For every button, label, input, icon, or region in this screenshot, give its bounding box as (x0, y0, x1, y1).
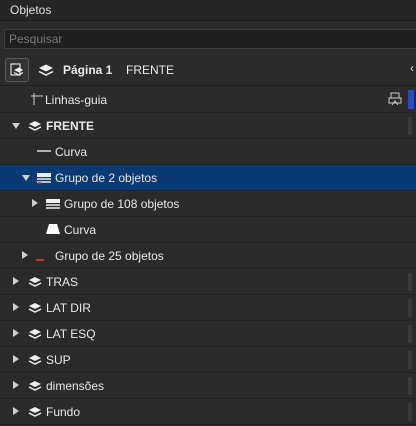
chevron-down-icon[interactable] (22, 175, 30, 181)
page-name[interactable]: FRENTE (126, 63, 174, 77)
tree-label: Grupo de 25 objetos (55, 249, 164, 263)
layer-color-bar[interactable] (408, 351, 412, 369)
chevron-right-icon[interactable] (13, 329, 19, 337)
tree-label: Linhas-guia (45, 93, 108, 107)
shape-icon (46, 224, 60, 234)
chevron-right-icon[interactable] (32, 199, 38, 207)
tree-label: Curva (64, 223, 97, 237)
tree-label: TRAS (46, 275, 79, 289)
tree-row-lat-esq[interactable]: LAT ESQ (0, 321, 416, 347)
tree-row-group-108[interactable]: Grupo de 108 objetos (0, 191, 416, 217)
tree-label: SUP (46, 353, 71, 367)
layer-color-bar[interactable] (408, 117, 412, 135)
printer-icon[interactable] (388, 92, 402, 106)
tree-label: Grupo de 2 objetos (55, 171, 158, 185)
page-layers-icon (10, 63, 24, 76)
chevron-down-icon[interactable] (12, 123, 20, 129)
tree-row-sup[interactable]: SUP (0, 347, 416, 373)
line-icon (37, 150, 51, 152)
layer-color-bar[interactable] (408, 403, 412, 421)
group-icon (46, 199, 60, 209)
layer-icon (28, 407, 42, 417)
page-navigator-button[interactable] (5, 58, 29, 82)
tree-row-dimensoes[interactable]: dimensões (0, 373, 416, 399)
layer-color-bar[interactable] (408, 377, 412, 395)
page-number-label[interactable]: Página 1 (63, 63, 112, 77)
layer-icon (28, 381, 42, 391)
group-icon (37, 173, 51, 184)
tree-label: Fundo (46, 405, 81, 419)
panel-titlebar: Objetos (0, 0, 416, 21)
tree-label: dimensões (46, 379, 105, 393)
search-area (0, 21, 416, 57)
tree-row-frente[interactable]: FRENTE (0, 113, 416, 139)
layer-icon (28, 277, 42, 287)
chevron-right-icon[interactable] (22, 251, 28, 259)
tree-row-group-2[interactable]: Grupo de 2 objetos (0, 165, 416, 191)
tree-label: LAT DIR (46, 301, 91, 315)
guides-icon (31, 93, 43, 105)
search-input[interactable] (4, 29, 416, 49)
panel-title: Objetos (10, 3, 52, 17)
layer-icon (28, 355, 42, 365)
layer-color-bar[interactable] (408, 273, 412, 291)
layer-icon (28, 303, 42, 313)
tree-row-tras[interactable]: TRAS (0, 269, 416, 295)
tree-row-guides[interactable]: Linhas-guia (0, 87, 416, 113)
page-bar: Página 1 FRENTE ‹ (0, 57, 416, 86)
tree-label: FRENTE (46, 119, 94, 133)
tree-row-lat-dir[interactable]: LAT DIR (0, 295, 416, 321)
tree-label: Grupo de 108 objetos (64, 197, 180, 211)
layer-icon (28, 121, 42, 131)
layers-icon (38, 64, 54, 76)
tree-label: Curva (55, 145, 88, 159)
layer-color-bar[interactable] (408, 299, 412, 317)
tree-label: LAT ESQ (46, 327, 96, 341)
guide-color-swatch[interactable] (408, 90, 414, 109)
layer-color-bar[interactable] (408, 325, 412, 343)
chevron-right-icon[interactable] (13, 381, 19, 389)
layer-icon (28, 329, 42, 339)
group-icon (36, 259, 44, 261)
tree-row-group-25[interactable]: Grupo de 25 objetos (0, 243, 416, 269)
chevron-right-icon[interactable] (13, 277, 19, 285)
chevron-right-icon[interactable] (13, 355, 19, 363)
tree-row-curva-2[interactable]: Curva (0, 217, 416, 243)
chevron-right-icon[interactable] (13, 303, 19, 311)
chevron-right-icon[interactable] (13, 407, 19, 415)
chevron-left-icon[interactable]: ‹ (410, 61, 414, 75)
tree-row-fundo[interactable]: Fundo (0, 399, 416, 425)
tree-row-curva[interactable]: Curva (0, 139, 416, 165)
